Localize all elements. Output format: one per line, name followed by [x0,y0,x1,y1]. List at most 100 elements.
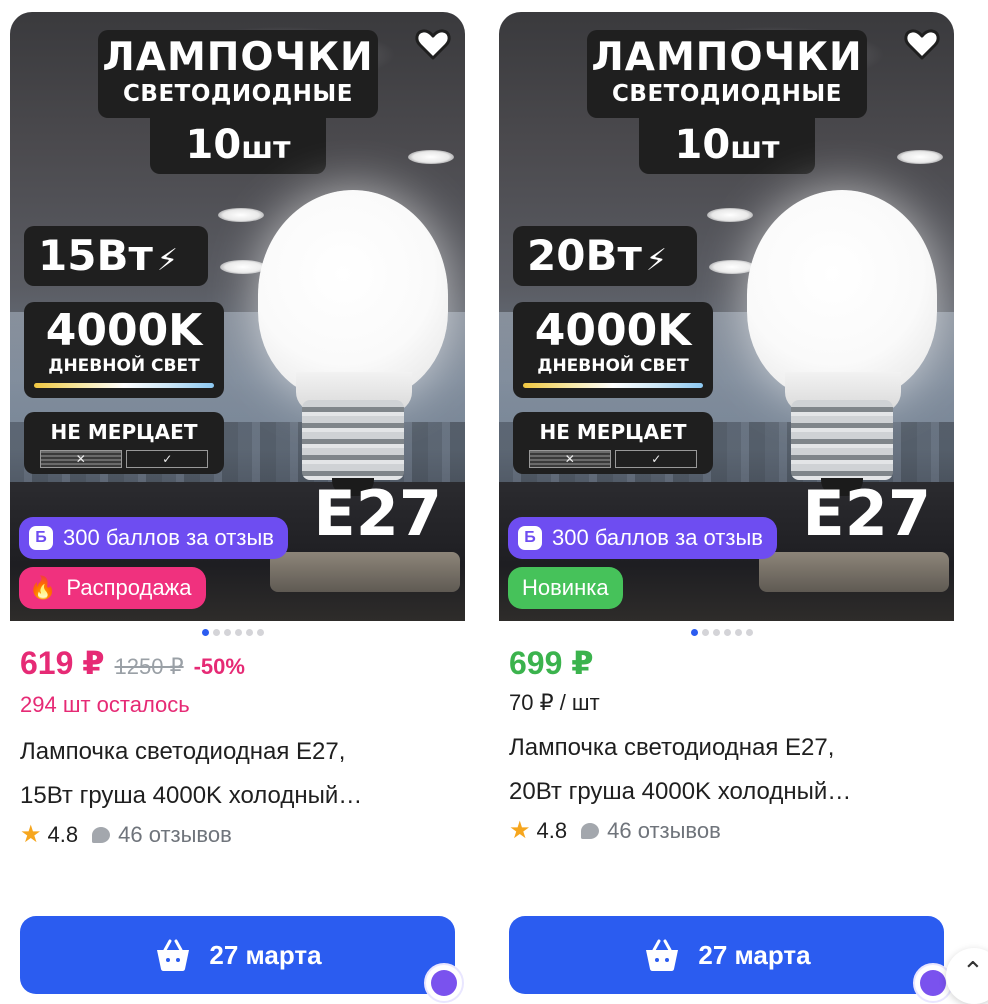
bonus-label: 300 баллов за отзыв [552,525,763,550]
image-title-box: ЛАМПОЧКИ СВЕТОДИОДНЫЕ [98,30,378,118]
rating-row[interactable]: ★ 4.8 46 отзывов [20,820,232,849]
product-card[interactable]: ЛАМПОЧКИ СВЕТОДИОДНЫЕ 10шт 15Вт ⚡ 4000K Д… [10,12,465,1004]
image-kelvin: 4000K [534,305,692,356]
pagination-dot[interactable] [691,629,698,636]
comment-icon [92,826,111,843]
pagination-dot[interactable] [724,629,731,636]
rating-score: 4.8 [47,821,79,847]
chevron-up-icon: ⌃ [962,956,984,986]
product-name[interactable]: Лампочка светодиодная E27, 20Вт груша 40… [509,726,939,814]
bulb-glass [747,190,937,400]
current-price: 699 ₽ [509,645,594,681]
bonus-badge: Б 300 баллов за отзыв [19,517,288,559]
color-temp-scale [34,383,214,388]
discount: -50% [193,654,245,679]
product-name-line1[interactable]: Лампочка светодиодная E27, [509,726,939,770]
crown-icon [424,963,464,1003]
pagination-dot[interactable] [224,629,231,636]
pagination-dot[interactable] [257,629,264,636]
product-name-line2[interactable]: 15Вт груша 4000K холодный… [20,774,450,818]
lightning-icon: ⚡ [645,243,667,278]
product-name[interactable]: Лампочка светодиодная E27, 15Вт груша 40… [20,730,450,818]
cross-icon: ✕ [528,450,611,468]
product-name-line2[interactable]: 20Вт груша 4000K холодный… [509,770,939,814]
delivery-date[interactable]: 27 марта [698,940,810,971]
image-flicker: НЕ МЕРЦАЕТ [539,420,687,444]
star-icon: ★ [20,821,42,848]
image-watt: 15Вт [38,231,153,280]
image-qty-unit: шт [730,131,780,166]
image-kelvin-box: 4000K ДНЕВНОЙ СВЕТ [513,302,713,398]
basket-icon [157,939,190,971]
flicker-marks: ✕ ✓ [38,450,210,468]
image-flicker: НЕ МЕРЦАЕТ [50,420,198,444]
image-watt-box: 15Вт ⚡ [24,226,208,286]
product-image[interactable]: ЛАМПОЧКИ СВЕТОДИОДНЫЕ 10шт 20Вт ⚡ 4000K Д… [499,12,954,621]
image-qty-box: 10шт [639,116,815,174]
sale-label: Распродажа [66,575,192,600]
image-pagination[interactable] [691,629,753,636]
basket-icon [646,939,679,971]
image-title-line2: СВЕТОДИОДНЫЕ [123,81,353,107]
image-socket: E27 [313,477,442,550]
pagination-dot[interactable] [213,629,220,636]
new-badge: Новинка [508,567,623,609]
comment-icon [581,822,600,839]
image-qty-box: 10шт [150,116,326,174]
old-price: 1250 ₽ [114,654,184,679]
reviews-count[interactable]: 46 отзывов [118,822,232,848]
image-title-line1: ЛАМПОЧКИ [102,35,374,80]
ceiling-light [707,208,753,222]
ceiling-light [408,150,454,164]
image-kelvin-box: 4000K ДНЕВНОЙ СВЕТ [24,302,224,398]
current-price: 619 ₽ [20,645,105,681]
image-title-box: ЛАМПОЧКИ СВЕТОДИОДНЫЕ [587,30,867,118]
product-card[interactable]: ЛАМПОЧКИ СВЕТОДИОДНЫЕ 10шт 20Вт ⚡ 4000K Д… [499,12,954,1004]
add-to-cart-button[interactable]: 27 марта [20,916,455,994]
bulb-glass [258,190,448,400]
stock-remaining: 294 шт осталось [20,692,190,717]
cross-icon: ✕ [39,450,122,468]
bonus-label: 300 баллов за отзыв [63,525,274,550]
image-socket: E27 [802,477,931,550]
delivery-date[interactable]: 27 марта [209,940,321,971]
pagination-dot[interactable] [702,629,709,636]
bulb-base [302,400,404,480]
bonus-icon: Б [518,526,542,550]
ceiling-light [220,260,266,274]
ceiling-light [218,208,264,222]
rating-score: 4.8 [536,817,568,843]
image-flicker-box: НЕ МЕРЦАЕТ ✕ ✓ [513,412,713,474]
pagination-dot[interactable] [202,629,209,636]
color-temp-scale [523,383,703,388]
heart-icon[interactable] [902,24,942,64]
image-title-line2: СВЕТОДИОДНЫЕ [612,81,842,107]
image-flicker-box: НЕ МЕРЦАЕТ ✕ ✓ [24,412,224,474]
flicker-marks: ✕ ✓ [527,450,699,468]
star-icon: ★ [509,817,531,844]
heart-icon[interactable] [413,24,453,64]
image-kelvin-sub: ДНЕВНОЙ СВЕТ [537,356,689,376]
price-row: 619 ₽ 1250 ₽ -50% [20,644,245,682]
price-row: 699 ₽ [509,644,594,682]
pagination-dot[interactable] [746,629,753,636]
pagination-dot[interactable] [235,629,242,636]
pagination-dot[interactable] [735,629,742,636]
product-image[interactable]: ЛАМПОЧКИ СВЕТОДИОДНЫЕ 10шт 15Вт ⚡ 4000K Д… [10,12,465,621]
product-name-line1[interactable]: Лампочка светодиодная E27, [20,730,450,774]
image-watt: 20Вт [527,231,642,280]
sale-badge: 🔥 Распродажа [19,567,206,609]
pagination-dot[interactable] [713,629,720,636]
reviews-count[interactable]: 46 отзывов [607,818,721,844]
image-kelvin-sub: ДНЕВНОЙ СВЕТ [48,356,200,376]
fire-icon: 🔥 [29,575,57,600]
bulb-base [791,400,893,480]
image-qty-unit: шт [241,131,291,166]
add-to-cart-button[interactable]: 27 марта [509,916,944,994]
check-icon: ✓ [126,450,209,468]
image-pagination[interactable] [202,629,264,636]
bonus-badge: Б 300 баллов за отзыв [508,517,777,559]
pagination-dot[interactable] [246,629,253,636]
image-qty-num: 10 [674,122,731,168]
rating-row[interactable]: ★ 4.8 46 отзывов [509,816,721,845]
